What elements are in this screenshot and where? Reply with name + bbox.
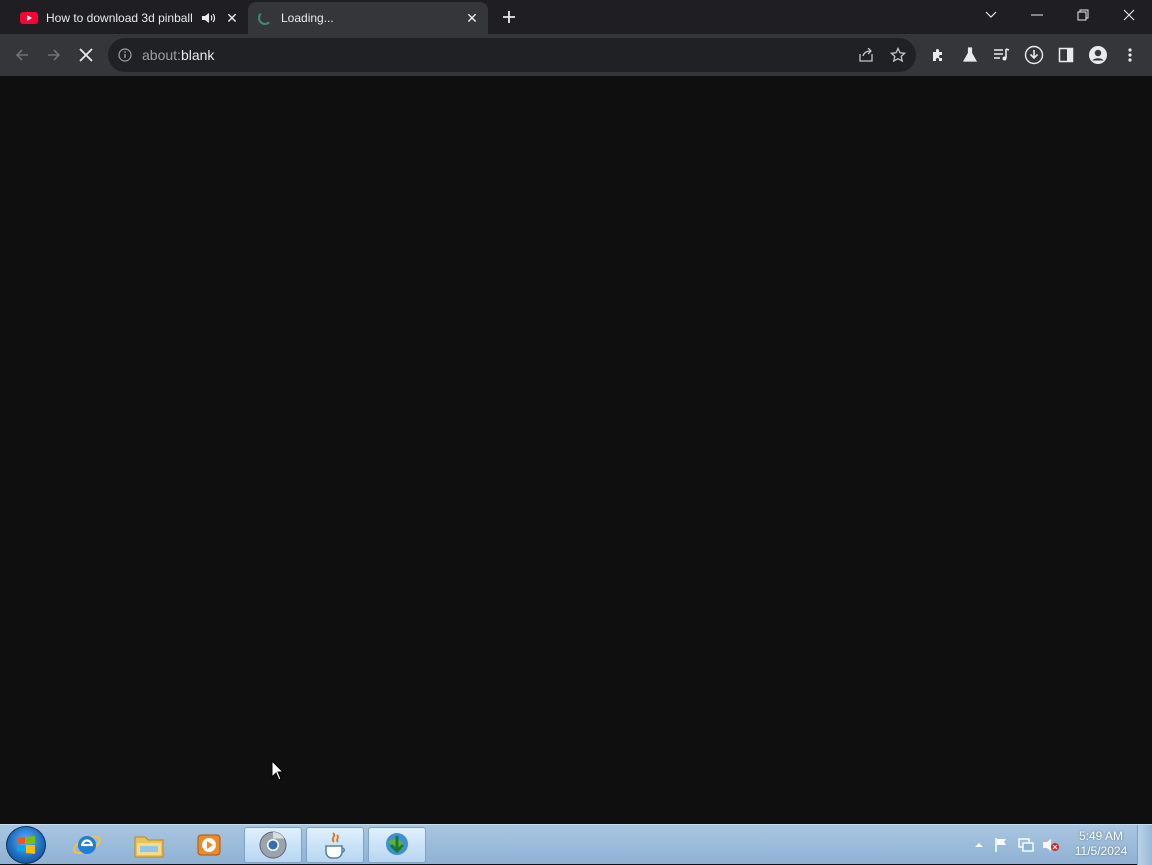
taskbar-file-explorer[interactable] — [120, 827, 178, 863]
tab-search-button[interactable] — [968, 0, 1014, 30]
volume-muted-icon — [1043, 839, 1059, 851]
tab-strip: How to download 3d pinball ✕ Loading... … — [0, 0, 1152, 34]
bookmark-star-icon[interactable] — [890, 47, 906, 63]
loading-spinner-icon — [258, 11, 272, 25]
taskbar-chrome[interactable] — [244, 827, 302, 863]
minimize-icon — [1031, 14, 1043, 16]
taskbar-internet-explorer[interactable] — [58, 827, 116, 863]
browser-toolbar: about:blank — [0, 34, 1152, 76]
taskbar-media-player[interactable] — [180, 827, 238, 863]
folder-icon — [134, 836, 164, 858]
puzzle-icon — [933, 49, 942, 61]
menu-button[interactable] — [1116, 41, 1144, 69]
clock-time: 5:49 AM — [1078, 829, 1124, 843]
youtube-icon — [20, 12, 38, 24]
forward-button[interactable] — [40, 41, 68, 69]
minimize-button[interactable] — [1014, 0, 1060, 30]
tab-title: Loading... — [281, 11, 334, 25]
url-path: blank — [180, 47, 215, 63]
arrow-right-icon — [48, 49, 61, 61]
chevron-up-icon — [975, 843, 983, 847]
restore-button[interactable] — [1060, 0, 1106, 30]
address-bar[interactable]: about:blank — [108, 38, 916, 72]
close-window-button[interactable] — [1106, 0, 1152, 30]
action-center-tray[interactable] — [992, 837, 1010, 853]
start-button[interactable] — [6, 826, 46, 864]
arrow-left-icon — [15, 49, 28, 61]
downloads-button[interactable] — [1020, 41, 1048, 69]
plus-icon — [503, 11, 515, 23]
show-desktop-button[interactable] — [1137, 825, 1152, 865]
audio-playing-icon[interactable] — [200, 10, 216, 26]
windows-logo-icon — [17, 836, 35, 854]
labs-button[interactable] — [956, 41, 984, 69]
close-tab-icon[interactable]: ✕ — [222, 8, 242, 28]
chevron-down-icon — [985, 11, 997, 18]
more-vertical-icon — [1128, 48, 1132, 62]
mouse-cursor-icon — [271, 760, 285, 781]
download-icon — [1024, 45, 1044, 65]
url-text[interactable]: about:blank — [142, 47, 214, 63]
flag-icon — [995, 838, 1006, 852]
close-icon — [79, 48, 93, 62]
download-manager-icon — [386, 833, 408, 855]
chrome-icon — [259, 831, 287, 859]
java-icon — [325, 832, 345, 859]
url-scheme: about: — [142, 47, 181, 63]
show-hidden-icons-button[interactable] — [970, 837, 988, 853]
info-icon[interactable] — [118, 48, 132, 62]
close-icon — [1123, 9, 1135, 21]
tab-title: How to download 3d pinball — [46, 11, 193, 25]
stop-loading-button[interactable] — [72, 41, 100, 69]
tab-loading[interactable]: Loading... ✕ — [248, 2, 488, 34]
system-clock[interactable]: 5:49 AM 11/5/2024 — [1068, 829, 1134, 859]
flask-icon — [962, 47, 978, 62]
profile-icon — [1089, 46, 1107, 64]
restore-icon — [1077, 9, 1089, 21]
close-tab-icon[interactable]: ✕ — [462, 8, 482, 28]
taskbar: 5:49 AM 11/5/2024 — [0, 824, 1152, 865]
profile-button[interactable] — [1084, 41, 1112, 69]
internet-explorer-icon — [73, 835, 101, 855]
tab-youtube[interactable]: How to download 3d pinball ✕ — [14, 2, 248, 34]
playlist-music-icon — [994, 48, 1010, 61]
back-button[interactable] — [8, 41, 36, 69]
media-controls-button[interactable] — [988, 41, 1016, 69]
taskbar-java[interactable] — [306, 827, 364, 863]
side-panel-button[interactable] — [1052, 41, 1080, 69]
network-icon — [1018, 838, 1034, 852]
new-tab-button[interactable] — [498, 6, 520, 28]
taskbar-internet-download-manager[interactable] — [368, 827, 426, 863]
side-panel-icon — [1058, 47, 1074, 63]
network-tray[interactable] — [1017, 837, 1035, 853]
clock-date: 11/5/2024 — [1074, 844, 1128, 858]
media-player-icon — [197, 834, 221, 856]
page-content[interactable] — [0, 76, 1152, 824]
extensions-button[interactable] — [924, 41, 952, 69]
share-icon[interactable] — [858, 48, 874, 62]
volume-tray[interactable] — [1042, 837, 1060, 853]
